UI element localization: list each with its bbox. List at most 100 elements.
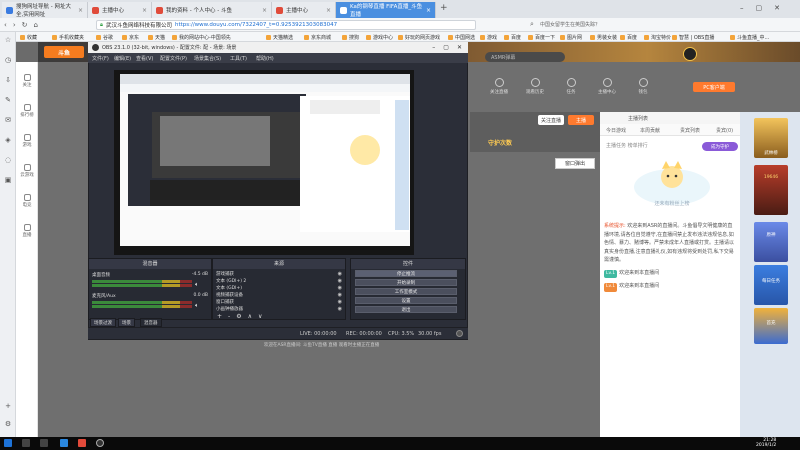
home-icon[interactable]: ⌂ — [34, 21, 38, 29]
speaker-icon[interactable]: 🔈︎ — [195, 302, 199, 310]
nav-item-game[interactable]: 游戏 — [16, 134, 38, 148]
bookmark[interactable]: 我的网站中心-中国领先 — [172, 34, 231, 41]
forward-icon[interactable]: › — [13, 21, 16, 29]
speaker-icon[interactable]: 🔈︎ — [195, 281, 199, 289]
nav-item-live[interactable]: 直播 — [16, 224, 38, 238]
close-icon[interactable]: × — [426, 7, 431, 14]
bookmark[interactable]: 游戏 — [480, 34, 497, 41]
nav-item-rank[interactable]: 排行榜 — [16, 104, 38, 118]
download-icon[interactable]: ⇩ — [4, 76, 12, 84]
app-taskbar-icon[interactable] — [78, 439, 86, 447]
wallet-button[interactable]: 钱包 — [628, 78, 658, 95]
star-icon[interactable]: ☆ — [4, 36, 12, 44]
start-recording-button[interactable]: 开始录制 — [355, 279, 457, 286]
bookmark[interactable]: 收藏 — [20, 34, 37, 41]
app-icon[interactable]: ▣ — [4, 176, 12, 184]
menu-view[interactable]: 查看(V) — [136, 55, 153, 62]
tab-mixer[interactable]: 混音器 — [140, 318, 162, 327]
ad-banner[interactable] — [754, 165, 788, 215]
search-suggestion[interactable]: 中国女留学生在英国失踪？ — [540, 21, 600, 28]
bookmark[interactable]: 天猫精选 — [266, 34, 293, 41]
settings-button[interactable]: 设置 — [355, 297, 457, 304]
nav-item-follow[interactable]: 关注 — [16, 74, 38, 88]
bookmark[interactable]: 百度 — [620, 34, 637, 41]
douyu-logo[interactable]: 斗鱼 — [44, 46, 84, 58]
browser-tab[interactable]: 主播中心 × — [272, 2, 336, 18]
bookmark[interactable]: 百度一下 — [528, 34, 555, 41]
avatar[interactable] — [683, 47, 697, 61]
source-item[interactable]: 文本 (GDI+) ◉ — [216, 284, 342, 291]
nav-item-cloud-game[interactable]: 云游戏 — [16, 164, 38, 178]
source-item[interactable]: 小画钟播放器 ◉ — [216, 305, 342, 312]
add-icon[interactable]: + — [4, 402, 12, 410]
close-icon[interactable]: × — [78, 7, 83, 14]
bookmark[interactable]: 天猫 — [148, 34, 165, 41]
menu-profile[interactable]: 配置文件(P) — [160, 55, 187, 62]
tab-today[interactable]: 今日游戏 — [606, 127, 626, 134]
tab-vip-count[interactable]: 贵宾(0) — [716, 127, 733, 134]
menu-file[interactable]: 文件(F) — [92, 55, 109, 62]
source-item[interactable]: 视频捕获设备 ◉ — [216, 291, 342, 298]
minimize-icon[interactable]: – — [432, 44, 435, 51]
browser-tab[interactable]: 主播中心 × — [88, 2, 152, 18]
menu-edit[interactable]: 编辑(E) — [114, 55, 131, 62]
bookmark[interactable]: 男装女装 — [590, 34, 617, 41]
menu-scene-collection[interactable]: 场景集合(S) — [194, 55, 221, 62]
url-field[interactable]: 🔒︎ 武汉斗鱼网络科技有限公司 https://www.douyu.com/73… — [96, 20, 476, 30]
menu-tools[interactable]: 工具(T) — [230, 55, 247, 62]
new-tab-button[interactable]: + — [440, 3, 448, 13]
source-item[interactable]: 文本 (GDI+) 2 ◉ — [216, 277, 342, 284]
stop-streaming-button[interactable]: 停止推流 — [355, 270, 457, 277]
eye-icon[interactable]: ◉ — [338, 271, 342, 277]
browser-tab[interactable]: 搜狗网址导航 - 网址大全,实用网址 × — [2, 2, 88, 18]
bookmark[interactable]: 京东 — [122, 34, 139, 41]
bookmark[interactable]: 手机收藏夹 — [52, 34, 84, 41]
bookmark[interactable]: 图片网 — [560, 34, 582, 41]
follow-button[interactable]: 关注直播 — [538, 115, 564, 125]
search-icon[interactable] — [22, 439, 30, 447]
eye-icon[interactable]: ◉ — [338, 278, 342, 284]
nav-item-esports[interactable]: 电竞 — [16, 194, 38, 208]
bookmark[interactable]: 谷歌 — [96, 34, 113, 41]
obs-taskbar-icon[interactable] — [96, 439, 104, 447]
eye-icon[interactable]: ◉ — [338, 299, 342, 305]
browser-tab[interactable]: 我的资料 - 个人中心 - 斗鱼 × — [152, 2, 272, 18]
anchor-center-button[interactable]: 主播中心 — [592, 78, 622, 95]
tab-week[interactable]: 本周贡献 — [640, 127, 660, 134]
ad-banner[interactable] — [754, 222, 788, 262]
task-button[interactable]: 任务 — [556, 78, 586, 95]
close-icon[interactable]: ✕ — [457, 44, 462, 51]
back-icon[interactable]: ‹ — [4, 21, 7, 29]
history-button[interactable]: 观看历史 — [520, 78, 550, 95]
close-icon[interactable]: ✕ — [774, 4, 780, 12]
maximize-icon[interactable]: ▢ — [443, 44, 449, 51]
browser-taskbar-icon[interactable] — [60, 439, 68, 447]
become-guard-button[interactable]: 成为守护 — [702, 142, 738, 151]
eye-icon[interactable]: ◉ — [338, 285, 342, 291]
bookmark[interactable]: 搜狗 — [342, 34, 359, 41]
settings-icon[interactable]: ⚙ — [4, 420, 12, 428]
minimize-icon[interactable]: – — [740, 4, 744, 12]
tab-scenes[interactable]: 场景 — [118, 318, 135, 327]
bookmark[interactable]: 淘宝特价 — [644, 34, 671, 41]
history-icon[interactable]: ◷ — [4, 56, 12, 64]
eye-icon[interactable]: ◉ — [338, 306, 342, 312]
bookmark[interactable]: 京东商城 — [304, 34, 331, 41]
follow-live-button[interactable]: 关注直播 — [484, 78, 514, 95]
menu-help[interactable]: 帮助(H) — [256, 55, 274, 62]
popout-window-button[interactable]: 窗口弹出 — [555, 158, 595, 169]
game-icon[interactable]: ◈ — [4, 136, 12, 144]
eye-icon[interactable]: ◉ — [338, 292, 342, 298]
note-icon[interactable]: ✎ — [4, 96, 12, 104]
source-item[interactable]: 窗口捕获 ◉ — [216, 298, 342, 305]
close-icon[interactable]: × — [262, 7, 267, 14]
browser-tab-active[interactable]: Ka的钢琴直播 FIFA直播_斗鱼直播 × — [336, 2, 436, 18]
maximize-icon[interactable]: ▢ — [756, 4, 763, 12]
ad-banner[interactable] — [754, 308, 788, 344]
bookmark[interactable]: 好玩的网页游戏 — [398, 34, 440, 41]
start-icon[interactable] — [4, 439, 12, 447]
close-icon[interactable]: × — [142, 7, 147, 14]
bookmark[interactable]: 百度 — [504, 34, 521, 41]
bookmark[interactable]: 游戏中心 — [366, 34, 393, 41]
douyu-search-input[interactable]: ASMR弹幕 — [485, 52, 565, 62]
